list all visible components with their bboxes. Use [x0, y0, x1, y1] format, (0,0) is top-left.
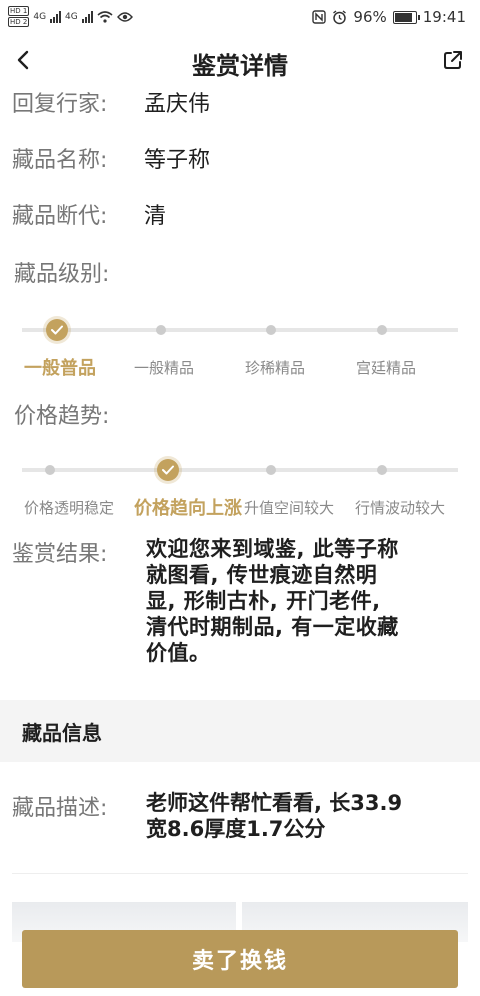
trend-row: 价格趋势:: [14, 398, 468, 430]
grade-label: 藏品级别:: [14, 262, 110, 287]
network-4g-label-1: 4G: [33, 11, 47, 22]
alarm-icon: [333, 9, 347, 24]
collection-info-section: 藏品信息: [0, 700, 480, 762]
grade-step-selected[interactable]: [46, 319, 68, 341]
signal-icon-2: [81, 10, 93, 23]
result-line: 显, 形制古朴, 开门老件,: [146, 589, 381, 613]
trend-step-dot-1[interactable]: [45, 465, 55, 475]
grade-step-label-3[interactable]: 珍稀精品: [245, 357, 305, 378]
trend-step-label-4[interactable]: 行情波动较大: [355, 497, 445, 518]
description-line: 老师这件帮忙看看, 长33.9: [146, 791, 403, 815]
grade-track: [22, 328, 458, 332]
page-title: 鉴赏详情: [192, 52, 288, 80]
grade-step-label-4[interactable]: 宫廷精品: [356, 357, 416, 378]
battery-percent: 96%: [353, 8, 387, 26]
eye-icon: [116, 11, 133, 22]
description-label: 藏品描述:: [12, 796, 108, 821]
name-row: 藏品名称: 等子称: [12, 142, 468, 174]
result-line: 清代时期制品, 有一定收藏: [146, 615, 399, 639]
wifi-icon: [97, 10, 113, 23]
grade-step-dot-4[interactable]: [377, 325, 387, 335]
status-bar: HD 1 HD 2 4G 4G 96% 19:41: [0, 0, 480, 34]
check-icon: [162, 465, 174, 475]
nav-header: 鉴赏详情: [0, 40, 480, 84]
description-text: 老师这件帮忙看看, 长33.9 宽8.6厚度1.7公分: [146, 790, 464, 842]
trend-step-label-1[interactable]: 价格透明稳定: [24, 497, 114, 518]
grade-step-dot-3[interactable]: [266, 325, 276, 335]
signal-icon: [50, 10, 62, 23]
dating-label: 藏品断代:: [12, 204, 108, 229]
dating-row: 藏品断代: 清: [12, 198, 468, 230]
network-4g-label-2: 4G: [65, 11, 78, 22]
appraiser-value: 孟庆伟: [144, 92, 211, 117]
result-line: 欢迎您来到域鉴, 此等子称: [146, 537, 399, 561]
section-title: 藏品信息: [22, 721, 102, 745]
grade-step-label-1[interactable]: 一般普品: [24, 354, 96, 380]
nfc-icon: [312, 10, 327, 24]
battery-fill: [394, 12, 413, 22]
trend-step-dot-3[interactable]: [266, 465, 276, 475]
appraiser-label: 回复行家:: [12, 92, 108, 117]
grade-step-dot-2[interactable]: [156, 325, 166, 335]
result-line: 价值。: [146, 641, 211, 665]
hd-badges: HD 1 HD 2: [8, 6, 30, 27]
trend-step-label-3[interactable]: 升值空间较大: [244, 497, 334, 518]
hd1-badge: HD 1: [8, 6, 30, 16]
dating-value: 清: [144, 204, 167, 229]
result-text: 欢迎您来到域鉴, 此等子称 就图看, 传世痕迹自然明 显, 形制古朴, 开门老件…: [146, 536, 462, 666]
trend-label: 价格趋势:: [14, 404, 110, 429]
trend-track: [22, 468, 458, 472]
appraiser-row: 回复行家: 孟庆伟: [12, 86, 468, 118]
grade-row: 藏品级别:: [14, 256, 468, 288]
name-value: 等子称: [144, 148, 211, 173]
share-icon[interactable]: [442, 49, 464, 71]
clock: 19:41: [422, 8, 466, 26]
trend-step-label-2[interactable]: 价格趋向上涨: [134, 494, 242, 520]
name-label: 藏品名称:: [12, 148, 108, 173]
trend-step-dot-4[interactable]: [377, 465, 387, 475]
hd2-badge: HD 2: [8, 17, 30, 27]
description-line: 宽8.6厚度1.7公分: [146, 817, 326, 841]
trend-step-selected[interactable]: [157, 459, 179, 481]
sell-button[interactable]: 卖了换钱: [22, 930, 458, 988]
grade-step-label-2[interactable]: 一般精品: [134, 357, 194, 378]
result-line: 就图看, 传世痕迹自然明: [146, 563, 378, 587]
divider: [12, 873, 468, 874]
status-right-group: 96% 19:41: [312, 8, 466, 26]
check-icon: [51, 325, 63, 335]
status-left-group: HD 1 HD 2 4G 4G: [8, 6, 133, 27]
battery-icon: [392, 10, 420, 24]
result-label: 鉴赏结果:: [12, 542, 108, 567]
